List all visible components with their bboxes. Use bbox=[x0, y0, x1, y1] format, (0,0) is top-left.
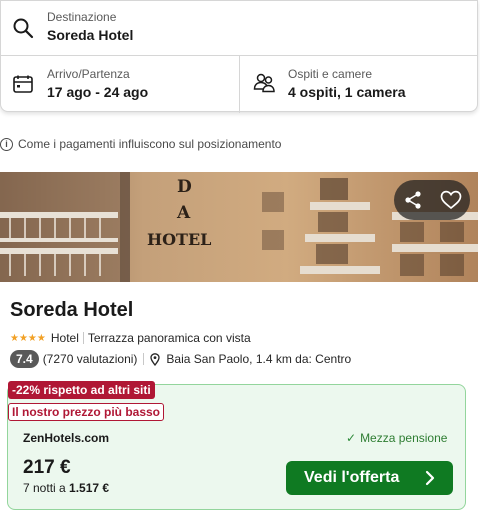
provider-name: ZenHotels.com bbox=[23, 431, 110, 445]
total-price-value: 1.517 € bbox=[69, 481, 110, 495]
guests-label: Ospiti e camere bbox=[288, 67, 373, 81]
destination-field[interactable]: Destinazione Soreda Hotel bbox=[1, 1, 477, 56]
guests-value: 4 ospiti, 1 camera bbox=[288, 84, 406, 100]
heart-icon bbox=[440, 190, 462, 210]
search-card: Destinazione Soreda Hotel Arrivo/Partenz… bbox=[0, 0, 479, 113]
info-icon: i bbox=[0, 137, 13, 151]
review-count[interactable]: (7270 valutazioni) bbox=[43, 352, 138, 366]
star-rating: ★★★★ bbox=[10, 332, 46, 344]
view-offer-label: Vedi l'offerta bbox=[304, 469, 400, 486]
hotel-meta: ★★★★ Hotel Terrazza panoramica con vista bbox=[10, 331, 251, 345]
share-icon bbox=[405, 191, 421, 209]
rating-row: 7.4 (7270 valutazioni) Baia San Paolo, 1… bbox=[10, 350, 351, 368]
divider bbox=[82, 332, 84, 344]
lowest-price-badge: Il nostro prezzo più basso bbox=[8, 403, 165, 421]
photo-sign-d: D bbox=[177, 177, 192, 197]
chevron-right-icon bbox=[425, 470, 435, 486]
total-price-prefix: 7 notti a bbox=[23, 481, 70, 495]
favourite-button[interactable] bbox=[432, 180, 470, 220]
photo-actions bbox=[394, 180, 470, 220]
photo-sign-a: A bbox=[176, 203, 191, 223]
calendar-icon bbox=[13, 75, 33, 93]
board-type: ✓ Mezza pensione bbox=[346, 431, 447, 445]
guests-field[interactable]: Ospiti e camere 4 ospiti, 1 camera bbox=[240, 56, 479, 113]
dates-label: Arrivo/Partenza bbox=[47, 67, 130, 81]
divider bbox=[143, 353, 145, 365]
photo-sign-hotel: HOTEL bbox=[147, 230, 211, 249]
view-offer-button[interactable]: Vedi l'offerta bbox=[286, 461, 453, 495]
ranking-info-text: Come i pagamenti influiscono sul posizio… bbox=[18, 137, 282, 151]
guests-icon bbox=[253, 73, 275, 93]
share-button[interactable] bbox=[394, 180, 432, 220]
discount-badge: -22% rispetto ad altri siti bbox=[8, 381, 155, 399]
total-price: 7 notti a 1.517 € bbox=[23, 481, 109, 495]
board-type-label: Mezza pensione bbox=[360, 431, 448, 445]
dates-field[interactable]: Arrivo/Partenza 17 ago - 24 ago bbox=[1, 56, 240, 113]
hotel-feature: Terrazza panoramica con vista bbox=[87, 331, 251, 345]
nightly-price: 217 € bbox=[23, 457, 71, 478]
hotel-location[interactable]: Baia San Paolo, 1.4 km da: Centro bbox=[166, 352, 351, 366]
destination-value: Soreda Hotel bbox=[47, 27, 134, 43]
dates-value: 17 ago - 24 ago bbox=[47, 84, 149, 100]
location-pin-icon bbox=[150, 352, 161, 366]
search-icon bbox=[13, 18, 34, 39]
destination-label: Destinazione bbox=[47, 10, 117, 24]
check-icon: ✓ bbox=[346, 431, 357, 445]
hotel-name[interactable]: Soreda Hotel bbox=[10, 299, 133, 322]
hotel-type: Hotel bbox=[50, 331, 79, 345]
ranking-info-link[interactable]: i Come i pagamenti influiscono sul posiz… bbox=[0, 136, 281, 152]
review-score-badge: 7.4 bbox=[10, 350, 39, 368]
